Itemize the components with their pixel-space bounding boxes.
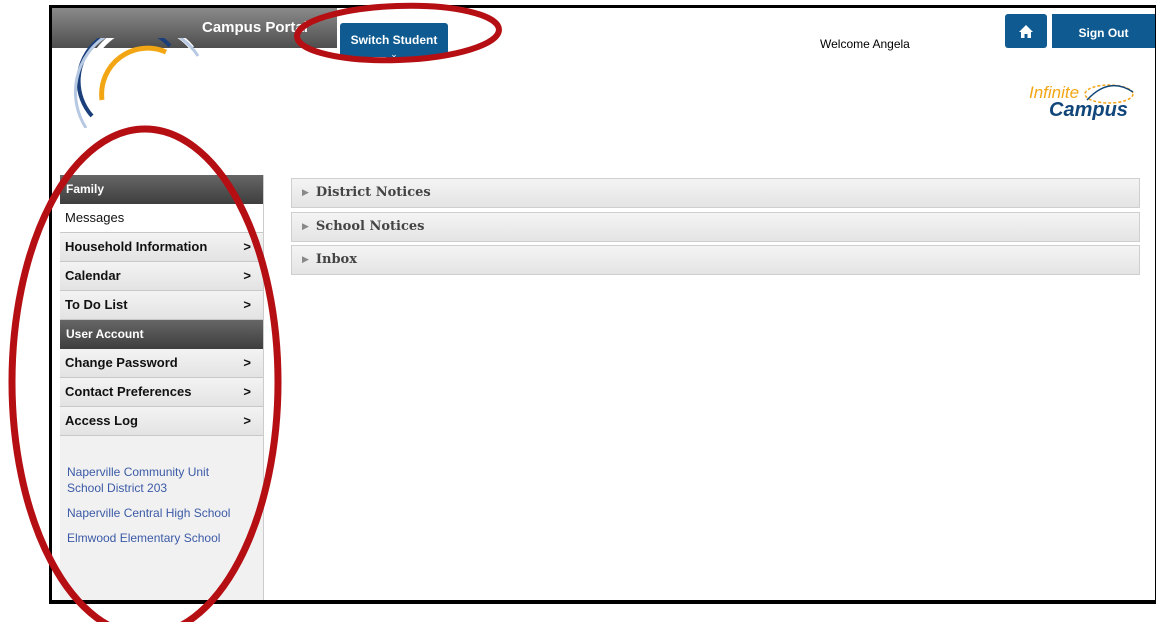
infinite-campus-logo: Infinite Campus <box>1027 78 1155 128</box>
portal-title: Campus Portal <box>202 19 308 36</box>
sidebar-item-label: Household Information <box>65 239 208 254</box>
sidebar-item-access-log[interactable]: Access Log > <box>60 407 263 436</box>
portal-window: Campus Portal Switch Student ⌄ Welcome A… <box>49 5 1156 604</box>
chevron-right-icon: > <box>243 413 251 428</box>
panel-label: District Notices <box>315 185 431 200</box>
campus-logo-icon <box>74 38 200 128</box>
chevron-right-icon: > <box>243 297 251 312</box>
sidebar-item-label: To Do List <box>65 297 128 312</box>
sidebar-item-household-information[interactable]: Household Information > <box>60 233 263 262</box>
expand-triangle-icon: ▶ <box>302 255 309 265</box>
sidebar-item-change-password[interactable]: Change Password > <box>60 349 263 378</box>
sidebar-item-label: Access Log <box>65 413 138 428</box>
brand-line-2: Campus <box>1049 99 1128 121</box>
chevron-right-icon: > <box>243 239 251 254</box>
expand-triangle-icon: ▶ <box>302 222 309 232</box>
school-link-central-high[interactable]: Naperville Central High School <box>67 505 247 521</box>
sidebar-item-label: Change Password <box>65 355 178 370</box>
panel-district-notices[interactable]: ▶ District Notices <box>291 178 1140 208</box>
sign-out-button[interactable]: Sign Out <box>1052 14 1155 48</box>
sidebar-item-messages[interactable]: Messages <box>60 204 263 233</box>
panel-label: School Notices <box>315 219 425 234</box>
sidebar: Family Messages Household Information > … <box>60 175 264 600</box>
home-button[interactable] <box>1005 14 1047 48</box>
chevron-down-icon[interactable]: ⌄ <box>385 50 403 60</box>
sidebar-item-to-do-list[interactable]: To Do List > <box>60 291 263 320</box>
sidebar-item-calendar[interactable]: Calendar > <box>60 262 263 291</box>
sidebar-item-label: Contact Preferences <box>65 384 192 399</box>
panel-school-notices[interactable]: ▶ School Notices <box>291 212 1140 242</box>
panel-label: Inbox <box>315 252 357 267</box>
sidebar-heading-family: Family <box>60 175 263 204</box>
chevron-right-icon: > <box>243 355 251 370</box>
school-link-district[interactable]: Naperville Community Unit School Distric… <box>67 464 247 496</box>
sidebar-item-label: Messages <box>65 210 125 225</box>
welcome-message: Welcome Angela <box>820 37 910 51</box>
sidebar-item-label: Calendar <box>65 268 121 283</box>
expand-triangle-icon: ▶ <box>302 188 309 198</box>
sidebar-item-contact-preferences[interactable]: Contact Preferences > <box>60 378 263 407</box>
home-icon <box>1019 24 1033 38</box>
chevron-right-icon: > <box>243 268 251 283</box>
school-link-elmwood-elementary[interactable]: Elmwood Elementary School <box>67 530 247 546</box>
school-links: Naperville Community Unit School Distric… <box>60 436 263 546</box>
panel-inbox[interactable]: ▶ Inbox <box>291 245 1140 275</box>
sidebar-heading-user-account: User Account <box>60 320 263 349</box>
chevron-right-icon: > <box>243 384 251 399</box>
